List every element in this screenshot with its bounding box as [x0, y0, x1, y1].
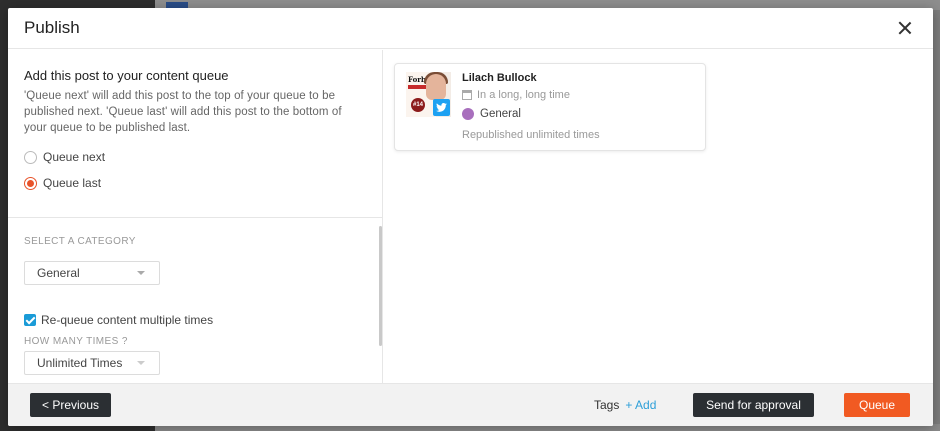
queue-next-label: Queue next	[43, 150, 106, 164]
how-many-heading: HOW MANY TIMES ?	[24, 336, 128, 347]
category-color-dot	[462, 108, 474, 120]
publish-modal: Publish Add this post to your content qu…	[8, 8, 933, 426]
cover-face	[426, 74, 446, 100]
chevron-down-icon	[137, 271, 145, 275]
post-republished: Republished unlimited times	[462, 129, 600, 141]
modal-title: Publish	[24, 18, 80, 37]
preview-pane: Forbes #14 Lilach Bullock In a long, lon…	[383, 50, 933, 383]
post-thumbnail: Forbes #14	[406, 72, 451, 117]
post-category: General	[462, 108, 521, 120]
modal-footer: < Previous Tags + Add Send for approval …	[8, 383, 933, 426]
queue-next-radio[interactable]	[24, 150, 37, 164]
queue-section: Add this post to your content queue 'Que…	[8, 50, 382, 218]
times-select-value: Unlimited Times	[37, 356, 123, 370]
post-time-text: In a long, long time	[477, 89, 570, 101]
requeue-label: Re-queue content multiple times	[41, 313, 214, 327]
category-section: SELECT A CATEGORY General Re-queue conte…	[8, 218, 382, 375]
tags-control: Tags + Add	[594, 398, 656, 412]
queue-title: Add this post to your content queue	[24, 68, 229, 83]
queue-button[interactable]: Queue	[844, 393, 910, 417]
post-card[interactable]: Forbes #14 Lilach Bullock In a long, lon…	[394, 63, 706, 151]
category-select-value: General	[37, 266, 80, 280]
requeue-checkbox[interactable]	[24, 314, 36, 326]
queue-next-option[interactable]: Queue next	[24, 150, 366, 164]
category-select[interactable]: General	[24, 261, 160, 285]
queue-last-radio[interactable]	[24, 176, 37, 190]
tags-label: Tags	[594, 398, 620, 412]
modal-body: Add this post to your content queue 'Que…	[8, 50, 933, 383]
options-pane: Add this post to your content queue 'Que…	[8, 50, 383, 383]
magazine-stripe	[408, 85, 426, 89]
scrollbar[interactable]	[379, 226, 382, 346]
post-category-text: General	[480, 108, 521, 120]
queue-description: 'Queue next' will add this post to the t…	[24, 90, 342, 134]
queue-last-option[interactable]: Queue last	[24, 176, 366, 190]
post-time: In a long, long time	[462, 89, 570, 101]
calendar-icon	[462, 90, 472, 100]
requeue-option[interactable]: Re-queue content multiple times	[24, 313, 366, 327]
twitter-icon	[433, 99, 450, 116]
send-for-approval-button[interactable]: Send for approval	[693, 393, 814, 417]
times-select[interactable]: Unlimited Times	[24, 351, 160, 375]
add-tag-link[interactable]: + Add	[625, 398, 656, 412]
previous-button[interactable]: < Previous	[30, 393, 112, 417]
close-icon[interactable]	[893, 16, 917, 40]
chevron-down-icon	[137, 361, 145, 365]
twitter-bird-icon	[436, 103, 447, 112]
post-author: Lilach Bullock	[462, 72, 537, 84]
category-heading: SELECT A CATEGORY	[24, 236, 136, 247]
modal-header: Publish	[8, 8, 933, 49]
queue-last-label: Queue last	[43, 176, 102, 190]
rank-badge: #14	[411, 98, 425, 112]
